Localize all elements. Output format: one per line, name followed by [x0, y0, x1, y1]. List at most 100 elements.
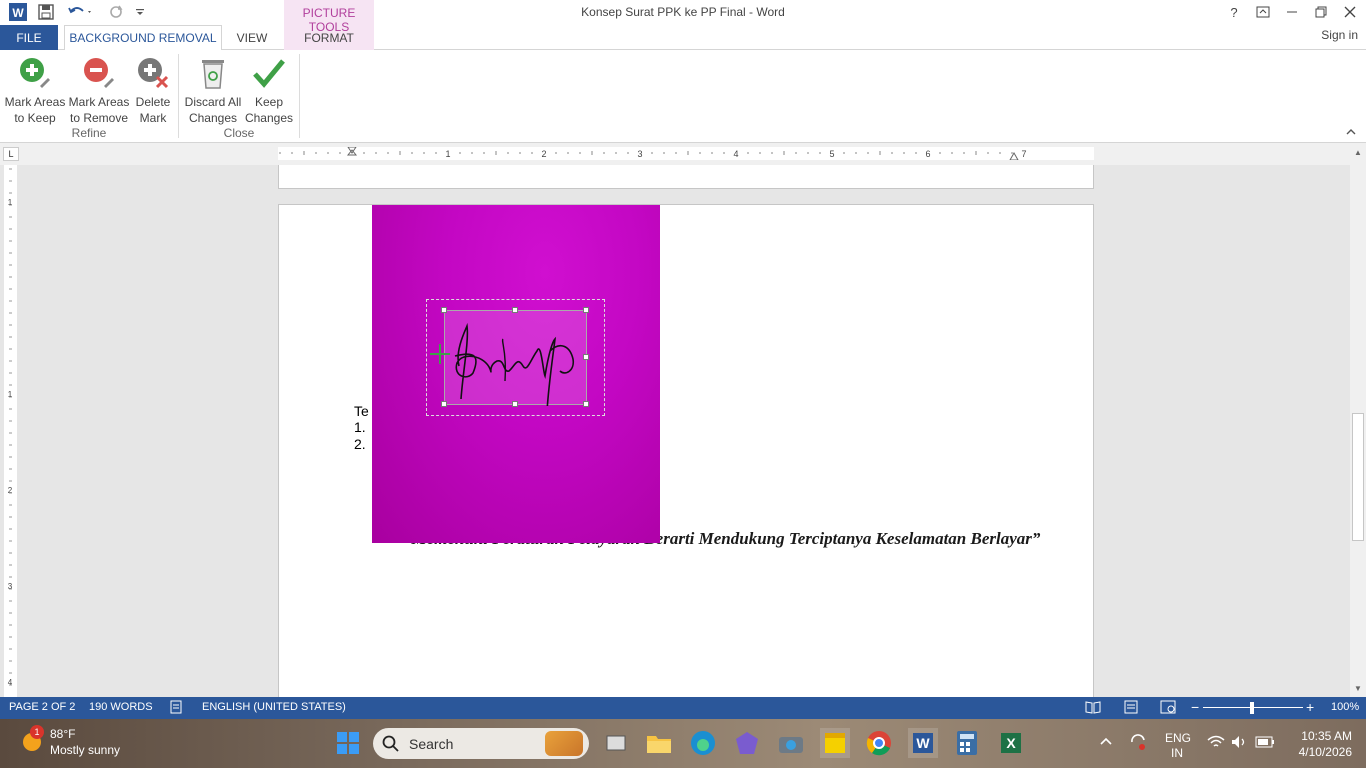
move-cursor-icon — [430, 344, 450, 364]
volume-icon[interactable] — [1231, 735, 1249, 752]
word-taskbar-icon[interactable]: W — [908, 728, 938, 758]
page-indicator[interactable]: PAGE 2 OF 2 — [9, 701, 75, 713]
vertical-ruler-ticks: 1 1 2 3 4 — [8, 168, 13, 687]
copilot-icon[interactable] — [732, 728, 762, 758]
search-highlight-image — [545, 731, 583, 756]
delete-mark-line2: Mark — [139, 111, 167, 125]
delete-mark-icon — [135, 54, 171, 92]
mark-keep-line2: to Keep — [14, 111, 56, 125]
sign-in-link[interactable]: Sign in — [1321, 28, 1358, 42]
read-mode-icon[interactable] — [1085, 700, 1101, 717]
document-text-fragment: Te — [354, 403, 369, 419]
search-placeholder: Search — [409, 735, 454, 752]
delete-mark-line1: Delete — [135, 95, 171, 109]
proofing-icon[interactable] — [170, 700, 184, 717]
group-separator — [178, 54, 179, 138]
clock-time[interactable]: 10:35 AM — [1301, 729, 1352, 743]
file-explorer-icon[interactable] — [644, 728, 674, 758]
language-in[interactable]: IN — [1171, 746, 1183, 760]
close-group-label: Close — [223, 126, 255, 140]
chrome-icon[interactable] — [864, 728, 894, 758]
ruler-number: 5 — [829, 149, 834, 159]
mark-keep-line1: Mark Areas — [4, 95, 66, 109]
resize-handle[interactable] — [583, 307, 589, 313]
clock-date[interactable]: 4/10/2026 — [1299, 745, 1352, 759]
scroll-down-icon[interactable]: ▼ — [1350, 681, 1366, 695]
zoom-level[interactable]: 100% — [1331, 701, 1359, 713]
language-indicator[interactable]: ENGLISH (UNITED STATES) — [202, 701, 346, 713]
discard-line2: Changes — [188, 111, 238, 125]
zoom-out-icon[interactable]: − — [1191, 699, 1199, 715]
signature-keep-region[interactable] — [444, 310, 587, 412]
horizontal-ruler[interactable]: 1 2 3 4 5 6 7 — [278, 146, 1094, 161]
signature-image — [454, 322, 575, 412]
taskbar-search-box[interactable]: Search — [373, 728, 589, 759]
page-1-bottom — [278, 165, 1094, 189]
zoom-in-icon[interactable]: + — [1306, 699, 1314, 715]
vertical-ruler-number: 3 — [8, 582, 13, 591]
tab-selector[interactable]: L — [3, 147, 19, 161]
web-layout-icon[interactable] — [1160, 700, 1176, 717]
resize-handle[interactable] — [512, 307, 518, 313]
sync-icon[interactable] — [1129, 733, 1147, 754]
keep-line2: Changes — [244, 111, 294, 125]
word-count[interactable]: 190 WORDS — [89, 701, 153, 713]
print-layout-icon[interactable] — [1123, 700, 1139, 717]
delete-mark-button[interactable]: Delete Mark — [132, 54, 174, 126]
mark-remove-line1: Mark Areas — [68, 95, 130, 109]
language-eng[interactable]: ENG — [1165, 731, 1191, 745]
minimize-icon[interactable] — [1280, 3, 1304, 21]
discard-all-changes-button[interactable]: Discard All Changes — [182, 54, 244, 126]
ribbon: Mark Areas to Keep Mark Areas to Remove … — [0, 50, 1366, 143]
show-hidden-icons[interactable] — [1099, 735, 1113, 749]
resize-handle[interactable] — [583, 401, 589, 407]
picture-tools-label: PICTURE TOOLS — [302, 6, 356, 34]
sticky-notes-icon[interactable] — [820, 728, 850, 758]
collapse-ribbon-icon[interactable] — [1346, 128, 1356, 139]
keep-line1: Keep — [254, 95, 284, 109]
wifi-icon[interactable] — [1207, 735, 1225, 752]
right-indent-marker — [1009, 151, 1019, 161]
scroll-up-icon[interactable]: ▲ — [1350, 145, 1366, 159]
system-tray: ENG IN 10:35 AM 4/10/2026 — [1095, 719, 1366, 768]
vertical-ruler[interactable]: 1 1 2 3 4 — [4, 165, 17, 697]
close-icon[interactable] — [1338, 3, 1362, 21]
svg-text:W: W — [916, 735, 930, 751]
document-area[interactable] — [20, 165, 1350, 697]
resize-handle[interactable] — [512, 401, 518, 407]
excel-icon[interactable]: X — [996, 728, 1026, 758]
mark-areas-to-remove-button[interactable]: Mark Areas to Remove — [68, 54, 130, 126]
refine-group-label: Refine — [71, 126, 107, 140]
weather-description: Mostly sunny — [50, 743, 121, 757]
camera-icon[interactable] — [776, 728, 806, 758]
resize-handle[interactable] — [583, 354, 589, 360]
ruler-number: 6 — [925, 149, 930, 159]
edge-browser-icon[interactable] — [688, 728, 718, 758]
weather-temperature: 88°F — [50, 727, 76, 741]
picture-tools-context-header: PICTURE TOOLS — [284, 0, 374, 34]
resize-handle[interactable] — [441, 401, 447, 407]
task-view-icon[interactable] — [601, 728, 631, 758]
weather-sun-icon: 1 — [20, 725, 44, 753]
keep-changes-button[interactable]: Keep Changes — [244, 54, 294, 126]
scrollbar-thumb[interactable] — [1352, 413, 1364, 541]
mark-areas-to-keep-button[interactable]: Mark Areas to Keep — [4, 54, 66, 126]
status-bar: PAGE 2 OF 2 190 WORDS ENGLISH (UNITED ST… — [0, 697, 1366, 719]
ruler-number: 7 — [1021, 149, 1026, 159]
calculator-icon[interactable] — [952, 728, 982, 758]
tab-view[interactable]: VIEW — [230, 25, 274, 50]
plus-pencil-icon — [17, 54, 53, 92]
zoom-slider-thumb[interactable] — [1250, 702, 1254, 714]
windows-start-icon[interactable] — [333, 728, 363, 758]
battery-icon[interactable] — [1255, 736, 1275, 751]
tab-background-removal[interactable]: BACKGROUND REMOVAL — [64, 25, 222, 51]
resize-handle[interactable] — [441, 307, 447, 313]
help-icon[interactable]: ? — [1222, 3, 1246, 21]
minus-pencil-icon — [81, 54, 117, 92]
restore-icon[interactable] — [1309, 3, 1333, 21]
mark-remove-line2: to Remove — [69, 111, 129, 125]
discard-line1: Discard All — [184, 95, 242, 109]
vertical-scrollbar[interactable]: ▲ ▼ — [1350, 143, 1366, 697]
ribbon-display-options-icon[interactable] — [1251, 3, 1275, 21]
tab-file[interactable]: FILE — [0, 25, 58, 50]
